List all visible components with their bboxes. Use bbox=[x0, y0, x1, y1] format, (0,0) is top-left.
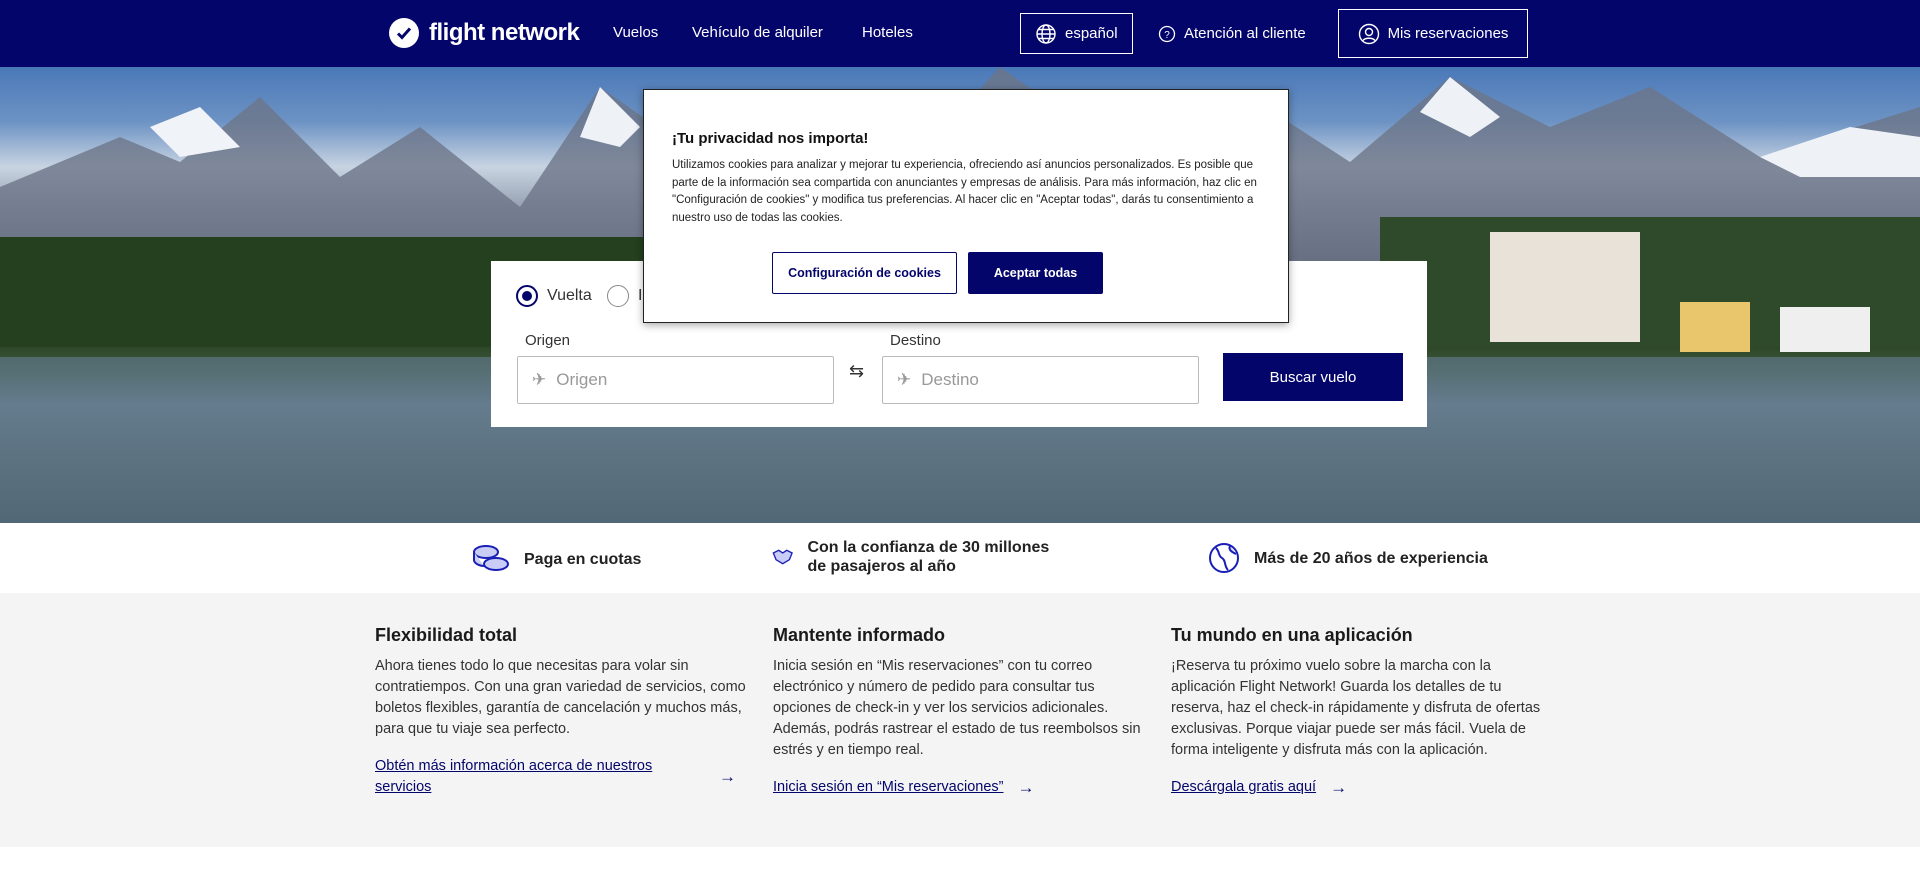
arrow-right-icon: → bbox=[1017, 778, 1035, 797]
origin-placeholder: Origen bbox=[556, 370, 608, 389]
feature-trust: Con la confianza de 30 millones de pasaj… bbox=[772, 538, 1072, 576]
nav-vuelos[interactable]: Vuelos bbox=[613, 24, 658, 41]
site-header: flight network Vuelos Vehículo de alquil… bbox=[0, 0, 1920, 67]
destination-label: Destino bbox=[890, 332, 941, 349]
download-app-link[interactable]: Descárgala gratis aquí → bbox=[1171, 777, 1543, 798]
feature-installments: Paga en cuotas bbox=[472, 544, 641, 574]
user-icon bbox=[1358, 23, 1379, 44]
destination-input[interactable]: ✈ Destino bbox=[882, 356, 1199, 404]
arrow-right-icon: → bbox=[719, 767, 736, 786]
cookie-title: ¡Tu privacidad nos importa! bbox=[672, 130, 869, 147]
nav-vehiculo[interactable]: Vehículo de alquiler bbox=[692, 24, 823, 41]
radio-round-trip-label: Vuelta bbox=[547, 287, 592, 304]
radio-one-way[interactable] bbox=[607, 285, 629, 307]
origin-input[interactable]: ✈ Origen bbox=[517, 356, 834, 404]
cookie-body: Utilizamos cookies para analizar y mejor… bbox=[672, 159, 1257, 224]
services-link[interactable]: Obtén más información acerca de nuestros… bbox=[375, 756, 747, 798]
support-link[interactable]: ? Atención al cliente bbox=[1144, 13, 1320, 54]
accept-all-button[interactable]: Aceptar todas bbox=[968, 252, 1103, 294]
landing-icon: ✈ bbox=[897, 370, 912, 389]
swap-icon[interactable]: ⇆ bbox=[849, 362, 864, 380]
support-label: Atención al cliente bbox=[1184, 25, 1306, 42]
info-column-app: Tu mundo en una aplicación ¡Reserva tu p… bbox=[1171, 625, 1543, 798]
logo[interactable]: flight network bbox=[389, 18, 580, 48]
handshake-icon bbox=[772, 549, 793, 565]
radio-round-trip[interactable] bbox=[516, 285, 538, 307]
nav-hoteles[interactable]: Hoteles bbox=[862, 24, 913, 41]
feature-experience: Más de 20 años de experiencia bbox=[1208, 542, 1488, 574]
radio-one-way-label: I bbox=[638, 287, 643, 304]
globe-icon bbox=[1209, 543, 1239, 573]
takeoff-icon: ✈ bbox=[532, 370, 547, 389]
coins-icon bbox=[473, 545, 509, 571]
logo-text: flight network bbox=[429, 19, 580, 46]
info-column-informed: Mantente informado Inicia sesión en “Mis… bbox=[773, 625, 1145, 798]
search-flight-button[interactable]: Buscar vuelo bbox=[1223, 353, 1403, 401]
cookie-consent-modal: ¡Tu privacidad nos importa! Utilizamos c… bbox=[643, 89, 1289, 323]
origin-label: Origen bbox=[525, 332, 571, 349]
features-strip: Paga en cuotas Con la confianza de 30 mi… bbox=[0, 523, 1920, 593]
cookie-settings-button[interactable]: Configuración de cookies bbox=[772, 252, 957, 294]
language-button[interactable]: español bbox=[1020, 13, 1133, 54]
help-icon: ? bbox=[1158, 25, 1176, 42]
svg-text:?: ? bbox=[1164, 30, 1170, 41]
arrow-right-icon: → bbox=[1330, 778, 1348, 797]
info-column-flexibility: Flexibilidad total Ahora tienes todo lo … bbox=[375, 625, 747, 798]
globe-icon bbox=[1036, 23, 1056, 44]
my-bookings-button[interactable]: Mis reservaciones bbox=[1338, 9, 1528, 58]
destination-placeholder: Destino bbox=[921, 370, 979, 389]
language-label: español bbox=[1065, 25, 1118, 42]
checkmark-icon bbox=[389, 18, 419, 48]
login-bookings-link[interactable]: Inicia sesión en “Mis reservaciones” → bbox=[773, 777, 1145, 798]
my-bookings-label: Mis reservaciones bbox=[1387, 25, 1509, 42]
